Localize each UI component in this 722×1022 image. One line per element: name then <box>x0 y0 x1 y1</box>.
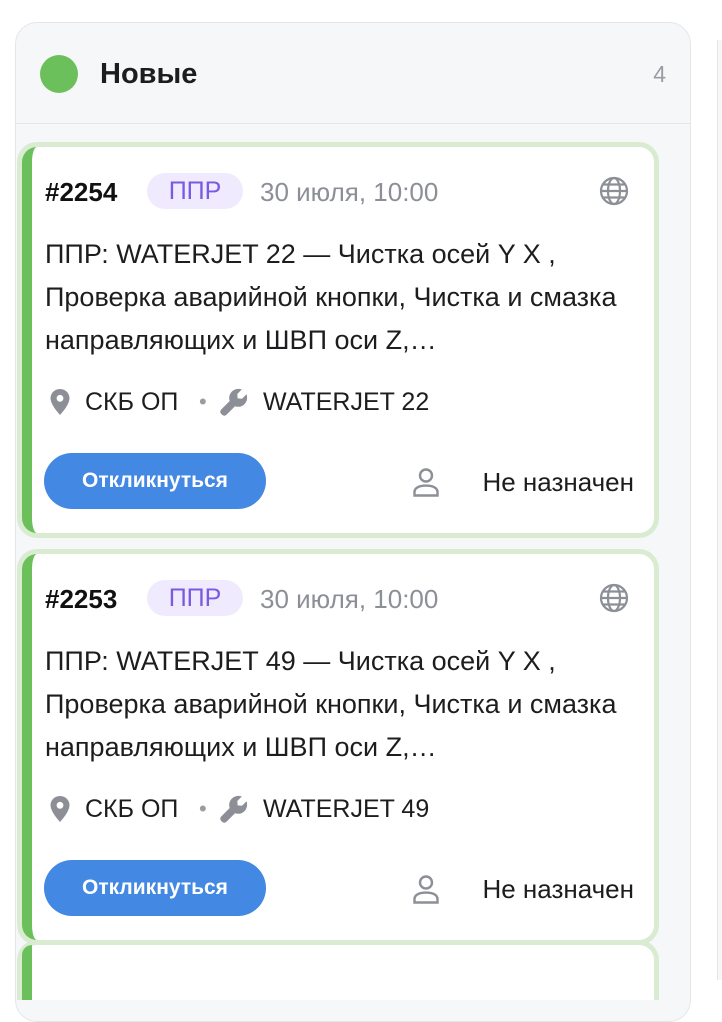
meta-separator: • <box>199 796 207 821</box>
ticket-card-body[interactable]: #2254 ППР 30 июля, 10:00 ППР: WATERJET 2… <box>22 147 654 533</box>
ticket-card-partial[interactable] <box>17 940 659 1000</box>
globe-icon <box>599 176 629 206</box>
user-icon <box>413 468 439 497</box>
map-pin-icon <box>50 389 70 415</box>
ticket-card-body[interactable]: #2253 ППР 30 июля, 10:00 ППР: WATERJET 4… <box>22 554 654 940</box>
ticket-type-badge: ППР <box>147 580 243 616</box>
column-title: Новые <box>100 58 198 90</box>
assignee: Не назначен <box>404 465 634 499</box>
wrench-icon <box>220 388 248 416</box>
location-label: СКБ ОП <box>85 388 179 416</box>
assignee-label: Не назначен <box>482 874 634 904</box>
ticket-description: ППР: WATERJET 22 — Чистка осей Y X , Про… <box>45 239 617 355</box>
map-pin-icon <box>50 796 70 822</box>
ticket-header: #2253 ППР 30 июля, 10:00 <box>45 580 634 618</box>
ticket-id: #2254 <box>45 177 118 207</box>
next-column-edge <box>717 40 722 980</box>
ticket-id: #2253 <box>45 584 118 614</box>
wrench-icon <box>220 795 248 823</box>
status-dot-icon <box>40 55 78 93</box>
assignee: Не назначен <box>404 872 634 906</box>
ticket-meta: СКБ ОП • WATERJET 49 <box>45 792 625 826</box>
ticket-description: ППР: WATERJET 49 — Чистка осей Y X , Про… <box>45 646 617 762</box>
column-header: Новые 4 <box>16 23 690 124</box>
ticket-header: #2254 ППР 30 июля, 10:00 <box>45 173 634 211</box>
ticket-type-badge: ППР <box>147 173 243 209</box>
equipment-label: WATERJET 49 <box>263 795 430 823</box>
ticket-date: 30 июля, 10:00 <box>260 177 439 207</box>
ticket-card[interactable]: #2254 ППР 30 июля, 10:00 ППР: WATERJET 2… <box>17 142 659 538</box>
ticket-meta: СКБ ОП • WATERJET 22 <box>45 385 625 419</box>
user-icon <box>413 875 439 904</box>
respond-button[interactable]: Откликнуться <box>44 860 266 916</box>
equipment-label: WATERJET 22 <box>263 388 430 416</box>
globe-icon <box>599 583 629 613</box>
location-label: СКБ ОП <box>85 795 179 823</box>
meta-separator: • <box>199 389 207 414</box>
column-count: 4 <box>653 61 666 87</box>
ticket-date: 30 июля, 10:00 <box>260 584 439 614</box>
ticket-card[interactable]: #2253 ППР 30 июля, 10:00 ППР: WATERJET 4… <box>17 549 659 945</box>
respond-button[interactable]: Откликнуться <box>44 453 266 509</box>
assignee-label: Не назначен <box>482 467 634 497</box>
